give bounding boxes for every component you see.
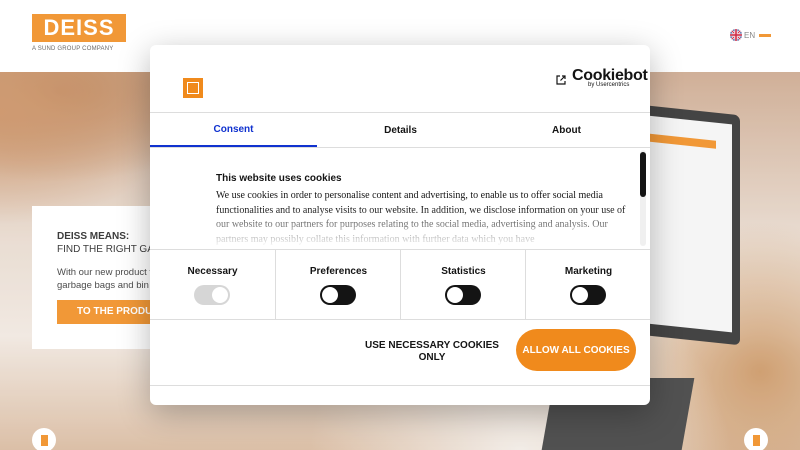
scrollbar[interactable] [640, 150, 646, 246]
toggle-knob [322, 287, 338, 303]
category-label: Marketing [564, 266, 613, 277]
category-necessary: Necessary [150, 250, 275, 320]
marketing-toggle[interactable] [570, 285, 606, 305]
category-label: Statistics [441, 266, 486, 277]
tab-about[interactable]: About [483, 113, 650, 147]
statistics-toggle[interactable] [445, 285, 481, 305]
toggle-knob [212, 287, 228, 303]
site-square-logo-icon [183, 78, 203, 98]
category-statistics: Statistics [400, 250, 525, 320]
cookie-categories: Necessary Preferences Statistics Marketi… [150, 249, 650, 320]
cookie-consent-dialog: Cookiebot by Usercentrics Consent Detail… [150, 45, 650, 405]
necessary-toggle [194, 285, 230, 305]
category-marketing: Marketing [525, 250, 650, 320]
toggle-knob [572, 287, 588, 303]
preferences-toggle[interactable] [320, 285, 356, 305]
category-label: Preferences [309, 266, 368, 277]
category-preferences: Preferences [275, 250, 400, 320]
toggle-knob [447, 287, 463, 303]
consent-heading: This website uses cookies [216, 173, 342, 184]
tab-details[interactable]: Details [317, 113, 484, 147]
divider [150, 385, 650, 386]
cookiebot-byline: by Usercentrics [588, 82, 630, 88]
category-label: Necessary [187, 266, 238, 277]
scrollbar-thumb[interactable] [640, 152, 646, 197]
text-fade [150, 208, 650, 248]
allow-all-cookies-button[interactable]: ALLOW ALL COOKIES [516, 329, 636, 371]
consent-text-panel[interactable]: This website uses cookies We use cookies… [150, 148, 650, 248]
external-link-icon[interactable] [555, 74, 567, 86]
tab-consent[interactable]: Consent [150, 113, 317, 147]
use-necessary-cookies-button[interactable]: USE NECESSARY COOKIES ONLY [362, 332, 502, 372]
